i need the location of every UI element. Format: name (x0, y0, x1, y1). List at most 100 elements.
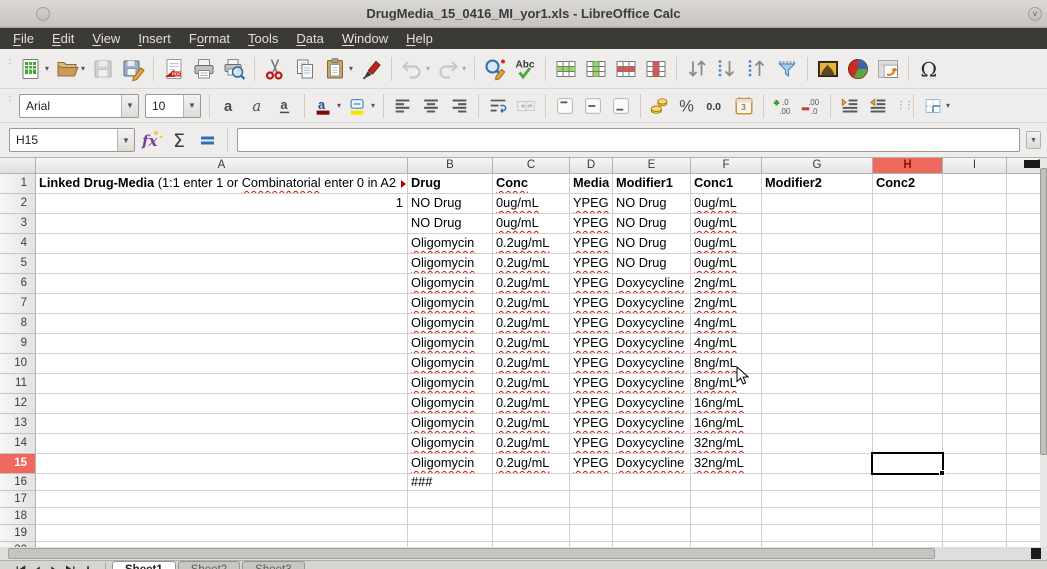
cell-A3[interactable] (36, 214, 408, 234)
column-header-A[interactable]: A (36, 158, 408, 174)
cell-B7[interactable]: Oligomycin (408, 294, 493, 314)
cell-A18[interactable] (36, 508, 408, 525)
cell-B5[interactable]: Oligomycin (408, 254, 493, 274)
paste-dropdown-icon[interactable]: ▾ (349, 64, 353, 73)
cell-E10[interactable]: Doxycycline (613, 354, 691, 374)
cell-B16[interactable]: ### (408, 474, 493, 491)
underline-button[interactable]: a (272, 93, 298, 119)
cell-C19[interactable] (493, 525, 570, 542)
cell-E15[interactable]: Doxycycline (613, 454, 691, 474)
align-left-button[interactable] (390, 93, 416, 119)
vertical-scrollbar-thumb[interactable] (1040, 168, 1047, 455)
column-header-C[interactable]: C (493, 158, 570, 174)
cell-H2[interactable] (873, 194, 943, 214)
cell-B3[interactable]: NO Drug (408, 214, 493, 234)
cell-H7[interactable] (873, 294, 943, 314)
cell-H19[interactable] (873, 525, 943, 542)
row-header-17[interactable]: 17 (0, 491, 36, 508)
menu-format[interactable]: Format (180, 29, 239, 48)
cell-E16[interactable] (613, 474, 691, 491)
cell-D8[interactable]: YPEG (570, 314, 613, 334)
cell-D5[interactable]: YPEG (570, 254, 613, 274)
menu-help[interactable]: Help (397, 29, 442, 48)
cell-I18[interactable] (943, 508, 1007, 525)
cell-H3[interactable] (873, 214, 943, 234)
cell-E7[interactable]: Doxycycline (613, 294, 691, 314)
date-format-button[interactable]: 3 (731, 93, 757, 119)
toolbar-drag-handle[interactable]: ⋮⋮ (5, 58, 13, 80)
cell-G3[interactable] (762, 214, 873, 234)
cell-I3[interactable] (943, 214, 1007, 234)
column-header-G[interactable]: G (762, 158, 873, 174)
cell-C17[interactable] (493, 491, 570, 508)
cell-A16[interactable] (36, 474, 408, 491)
sort-button[interactable] (683, 54, 711, 84)
cell-A7[interactable] (36, 294, 408, 314)
cell-I10[interactable] (943, 354, 1007, 374)
cell-F7[interactable]: 2ng/mL (691, 294, 762, 314)
cell-I5[interactable] (943, 254, 1007, 274)
row-header-10[interactable]: 10 (0, 354, 36, 374)
cell-A9[interactable] (36, 334, 408, 354)
column-header-D[interactable]: D (570, 158, 613, 174)
cell-J6[interactable] (1007, 274, 1040, 294)
wrap-text-button[interactable] (485, 93, 511, 119)
cell-J16[interactable] (1007, 474, 1040, 491)
cell-H17[interactable] (873, 491, 943, 508)
cell-J4[interactable] (1007, 234, 1040, 254)
cell-A17[interactable] (36, 491, 408, 508)
window-control-button[interactable] (36, 7, 50, 21)
cell-J9[interactable] (1007, 334, 1040, 354)
cell-B1[interactable]: Drug (408, 174, 493, 194)
save-as-button[interactable] (119, 54, 147, 84)
cut-button[interactable] (261, 54, 289, 84)
cell-J15[interactable] (1007, 454, 1040, 474)
cell-B9[interactable]: Oligomycin (408, 334, 493, 354)
row-header-18[interactable]: 18 (0, 508, 36, 525)
cell-H9[interactable] (873, 334, 943, 354)
cell-G11[interactable] (762, 374, 873, 394)
cell-E19[interactable] (613, 525, 691, 542)
special-character-button[interactable]: Ω (915, 54, 943, 84)
column-header-H[interactable]: H (873, 158, 943, 174)
highlight-color-dropdown-icon[interactable]: ▾ (371, 101, 375, 110)
cell-G12[interactable] (762, 394, 873, 414)
cell-J12[interactable] (1007, 394, 1040, 414)
cell-G4[interactable] (762, 234, 873, 254)
cell-A8[interactable] (36, 314, 408, 334)
row-header-15[interactable]: 15 (0, 454, 36, 474)
toolbar-overflow-handle[interactable]: ⋮⋮ (896, 104, 904, 108)
formula-input[interactable] (237, 128, 1020, 152)
sheet-tab-sheet2[interactable]: Sheet2 (178, 561, 240, 569)
cell-C16[interactable] (493, 474, 570, 491)
row-header-7[interactable]: 7 (0, 294, 36, 314)
autofilter-button[interactable] (773, 54, 801, 84)
cell-D16[interactable] (570, 474, 613, 491)
copy-button[interactable] (291, 54, 319, 84)
cell-E12[interactable]: Doxycycline (613, 394, 691, 414)
cell-H10[interactable] (873, 354, 943, 374)
cell-D4[interactable]: YPEG (570, 234, 613, 254)
cell-H6[interactable] (873, 274, 943, 294)
cell-I1[interactable] (943, 174, 1007, 194)
cell-H4[interactable] (873, 234, 943, 254)
cell-I7[interactable] (943, 294, 1007, 314)
cell-J3[interactable] (1007, 214, 1040, 234)
cell-I14[interactable] (943, 434, 1007, 454)
cell-B19[interactable] (408, 525, 493, 542)
cell-H13[interactable] (873, 414, 943, 434)
highlight-color-button[interactable]: ▾ (345, 93, 377, 119)
cell-J11[interactable] (1007, 374, 1040, 394)
cell-C15[interactable]: 0.2ug/mL (493, 454, 570, 474)
font-color-dropdown-icon[interactable]: ▾ (337, 101, 341, 110)
insert-chart-button[interactable] (844, 54, 872, 84)
cell-E11[interactable]: Doxycycline (613, 374, 691, 394)
cell-D3[interactable]: YPEG (570, 214, 613, 234)
paste-button[interactable]: ▾ (321, 54, 355, 84)
cell-E4[interactable]: NO Drug (613, 234, 691, 254)
font-color-button[interactable]: a▾ (311, 93, 343, 119)
cell-F12[interactable]: 16ng/mL (691, 394, 762, 414)
cell-A14[interactable] (36, 434, 408, 454)
cell-G6[interactable] (762, 274, 873, 294)
select-all-corner[interactable] (0, 158, 36, 174)
